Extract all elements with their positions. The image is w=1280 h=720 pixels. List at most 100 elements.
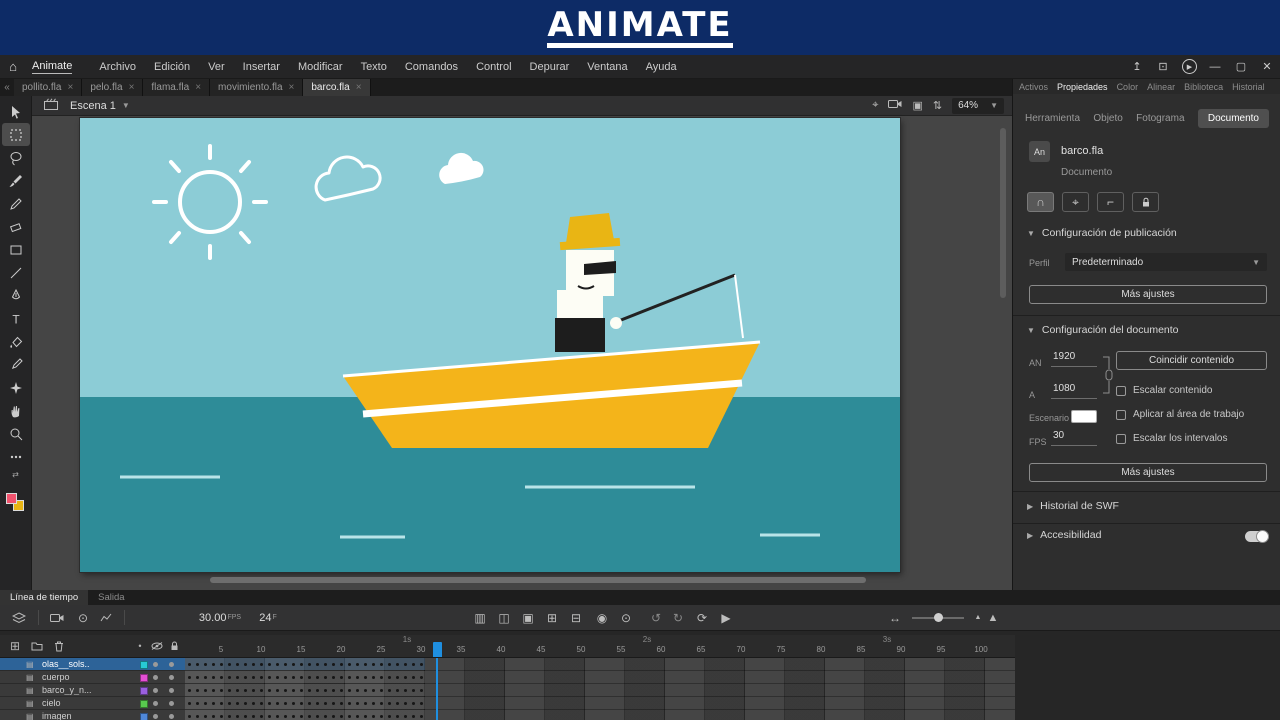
timeline-ruler[interactable]: 5101520253035404550556065707580859095100… (185, 635, 1015, 658)
keyframe-dot[interactable] (420, 663, 423, 666)
layer-frame-row[interactable] (185, 697, 1015, 710)
layer-visibility-dot[interactable] (153, 675, 158, 680)
keyframe-dot[interactable] (332, 663, 335, 666)
keyframe-dot[interactable] (228, 676, 231, 679)
keyframe-dot[interactable] (348, 715, 351, 718)
panel-tab-propiedades[interactable]: Propiedades (1057, 82, 1108, 92)
keyframe-dot[interactable] (396, 689, 399, 692)
camera-icon[interactable] (888, 99, 902, 112)
app-menu[interactable]: Animate (32, 60, 72, 74)
keyframe-dot[interactable] (252, 689, 255, 692)
keyframe-dot[interactable] (284, 676, 287, 679)
menu-item[interactable]: Insertar (234, 61, 289, 73)
keyframe-dot[interactable] (420, 702, 423, 705)
layer-visibility-dot[interactable] (153, 662, 158, 667)
frame-grid[interactable] (185, 658, 1015, 720)
share-icon[interactable]: ↥ (1124, 55, 1150, 78)
keyframe-dot[interactable] (196, 676, 199, 679)
keyframe-dot[interactable] (332, 715, 335, 718)
keyframe-dot[interactable] (404, 689, 407, 692)
magnet-snap-icon[interactable]: ∩ (1027, 192, 1054, 212)
collapse-tabs-icon[interactable]: « (0, 79, 14, 96)
center-stage-icon[interactable]: ⌖ (872, 99, 878, 112)
keyframe-dot[interactable] (396, 715, 399, 718)
hand-tool[interactable] (2, 399, 30, 422)
swap-colors-icon[interactable]: ⇄ (2, 468, 30, 480)
keyframe-dot[interactable] (372, 702, 375, 705)
keyframe-dot[interactable] (212, 689, 215, 692)
canvas-pasteboard[interactable] (32, 116, 1012, 590)
keyframe-dot[interactable] (380, 689, 383, 692)
scene-dropdown-icon[interactable]: ▼ (122, 101, 130, 110)
play-button[interactable]: ▶ (716, 605, 736, 630)
layer-visibility-dot[interactable] (153, 701, 158, 706)
insert-frame-icon[interactable]: ▥ (470, 605, 490, 630)
match-content-button[interactable]: Coincidir contenido (1116, 351, 1267, 370)
current-frame-display[interactable]: 24 F (250, 605, 286, 630)
keyframe-dot[interactable] (356, 702, 359, 705)
keyframe-dot[interactable] (204, 715, 207, 718)
keyframe-dot[interactable] (236, 663, 239, 666)
keyframe-dot[interactable] (364, 702, 367, 705)
loop-icon[interactable]: ⟳ (692, 605, 712, 630)
keyframe-dot[interactable] (188, 676, 191, 679)
menu-item[interactable]: Depurar (521, 61, 579, 73)
keyframe-dot[interactable] (212, 663, 215, 666)
fps-field[interactable]: 30 (1051, 430, 1097, 446)
fill-color-swatch[interactable] (6, 493, 17, 504)
keyframe-dot[interactable] (340, 715, 343, 718)
keyframe-dot[interactable] (364, 715, 367, 718)
pen-tool[interactable] (2, 284, 30, 307)
apply-workspace-checkbox[interactable] (1116, 410, 1126, 420)
layer-frame-row[interactable] (185, 710, 1015, 720)
new-layer-icon[interactable]: ⊞ (6, 635, 24, 657)
keyframe-dot[interactable] (412, 702, 415, 705)
scale-spans-checkbox[interactable] (1116, 434, 1126, 444)
keyframe-dot[interactable] (316, 689, 319, 692)
layer-lock-dot[interactable] (169, 688, 174, 693)
brush-tool[interactable] (2, 169, 30, 192)
keyframe-dot[interactable] (308, 663, 311, 666)
subtab-herramienta[interactable]: Herramienta (1025, 113, 1080, 124)
keyframe-dot[interactable] (404, 663, 407, 666)
keyframe-dot[interactable] (244, 702, 247, 705)
keyframe-dot[interactable] (420, 676, 423, 679)
blank-keyframe-icon[interactable]: ⊞ (542, 605, 562, 630)
keyframe-dot[interactable] (252, 702, 255, 705)
zoom-stepper-icon[interactable]: ⇅ (933, 99, 942, 112)
subtab-objeto[interactable]: Objeto (1093, 113, 1122, 124)
keyframe-dot[interactable] (388, 676, 391, 679)
keyframe-dot[interactable] (268, 715, 271, 718)
keyframe-dot[interactable] (204, 689, 207, 692)
delete-frame-icon[interactable]: ◫ (494, 605, 514, 630)
layer-color-swatch[interactable] (140, 700, 148, 708)
guide-dot-icon[interactable]: ⊙ (74, 605, 92, 630)
keyframe-dot[interactable] (348, 702, 351, 705)
frame-fit-icon[interactable]: ↔ (886, 605, 904, 630)
keyframe-dot[interactable] (404, 676, 407, 679)
rectangle-tool[interactable] (2, 238, 30, 261)
keyframe-dot[interactable] (188, 702, 191, 705)
keyframe-dot[interactable] (396, 702, 399, 705)
keyframe-dot[interactable] (356, 689, 359, 692)
keyframe-dot[interactable] (244, 689, 247, 692)
keyframe-dot[interactable] (260, 663, 263, 666)
edit-scene-icon[interactable] (44, 98, 60, 113)
keyframe-dot[interactable] (196, 689, 199, 692)
layer-visibility-dot[interactable] (153, 688, 158, 693)
keyframe-dot[interactable] (412, 663, 415, 666)
menu-item[interactable]: Comandos (396, 61, 467, 73)
publish-settings-header[interactable]: ▼ Configuración de publicación (1027, 227, 1177, 239)
layer-lock-dot[interactable] (169, 701, 174, 706)
lasso-tool[interactable] (2, 146, 30, 169)
keyframe-dot[interactable] (284, 663, 287, 666)
keyframe-dot[interactable] (236, 715, 239, 718)
scale-content-checkbox[interactable] (1116, 386, 1126, 396)
keyframe-dot[interactable] (404, 702, 407, 705)
layer-color-swatch[interactable] (140, 674, 148, 682)
keyframe-dot[interactable] (268, 676, 271, 679)
keyframe-dot[interactable] (348, 689, 351, 692)
keyframe-dot[interactable] (236, 689, 239, 692)
keyframe-dot[interactable] (228, 663, 231, 666)
keyframe-dot[interactable] (388, 689, 391, 692)
